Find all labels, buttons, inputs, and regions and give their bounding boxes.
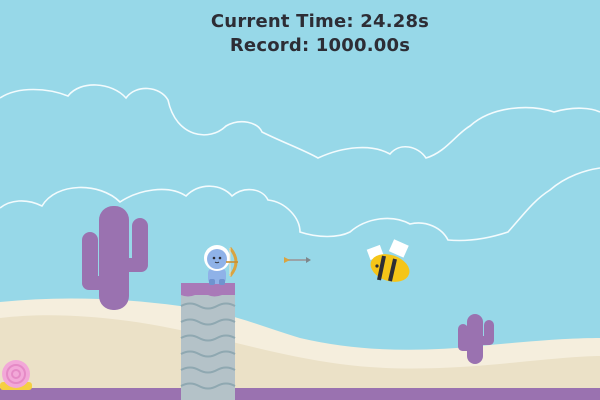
record-label: Record: 1000.00s [229,35,411,56]
game-scene [0,0,600,400]
ground-strip [0,388,600,400]
game-stage[interactable]: Current Time: 24.28s Record: 1000.00s [0,0,600,400]
current-time-label: Current Time: 24.28s [210,11,430,32]
stone-pillar-platform [180,283,236,400]
hud-timer-panel: Current Time: 24.28s Record: 1000.00s [0,10,600,58]
